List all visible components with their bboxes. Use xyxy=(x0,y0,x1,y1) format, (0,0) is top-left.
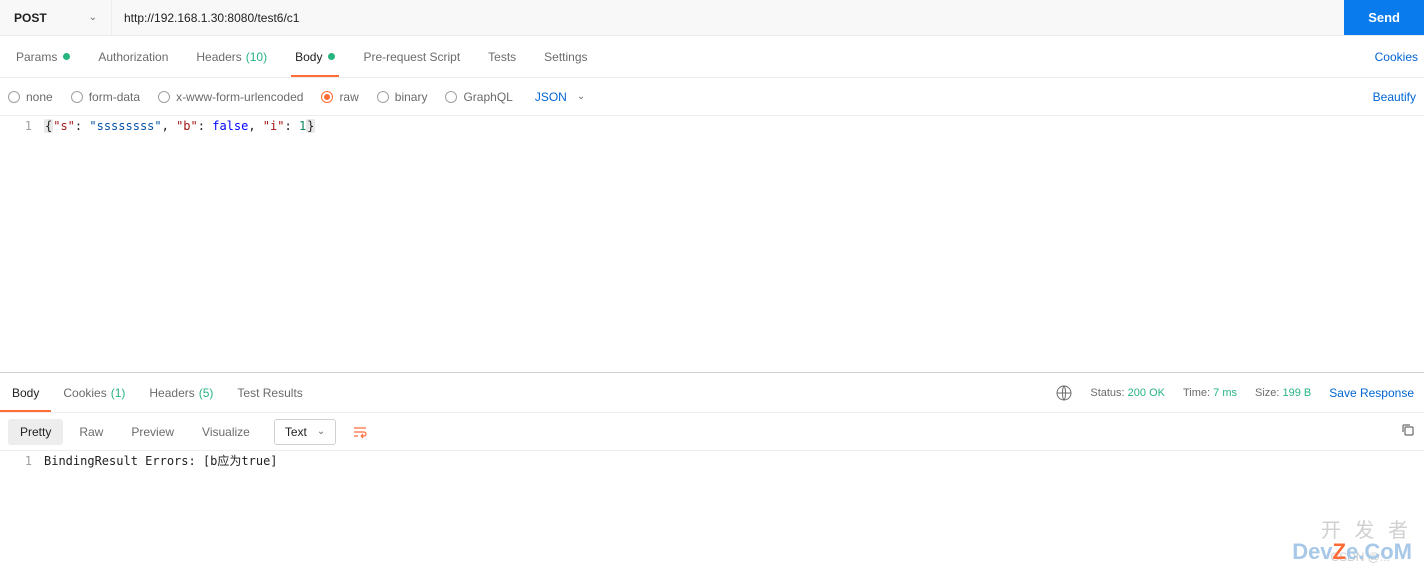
response-status: Status: 200 OK Time: 7 ms Size: 199 B Sa… xyxy=(1056,385,1424,401)
editor-line: 1 {"s": "ssssssss", "b": false, "i": 1} xyxy=(0,116,1424,136)
request-body-editor[interactable]: 1 {"s": "ssssssss", "b": false, "i": 1} xyxy=(0,116,1424,372)
tab-settings[interactable]: Settings xyxy=(530,36,601,77)
resp-tab-headers[interactable]: Headers(5) xyxy=(137,373,225,412)
cookies-link[interactable]: Cookies xyxy=(1375,50,1422,64)
dot-icon xyxy=(63,53,70,60)
send-button[interactable]: Send xyxy=(1344,0,1424,35)
view-visualize[interactable]: Visualize xyxy=(190,419,262,445)
radio-graphql[interactable]: GraphQL xyxy=(445,90,512,104)
request-tabs: Params Authorization Headers(10) Body Pr… xyxy=(0,36,1424,78)
url-input[interactable] xyxy=(112,0,1344,35)
chevron-down-icon: ⌄ xyxy=(317,426,325,437)
tab-params[interactable]: Params xyxy=(2,36,84,77)
line-number: 1 xyxy=(0,116,44,136)
radio-icon xyxy=(377,91,389,103)
line-content[interactable]: {"s": "ssssssss", "b": false, "i": 1} xyxy=(44,116,315,136)
line-number: 1 xyxy=(0,451,44,471)
response-tabs: Body Cookies(1) Headers(5) Test Results … xyxy=(0,373,1424,413)
globe-icon[interactable] xyxy=(1056,385,1072,401)
wrap-lines-button[interactable] xyxy=(346,418,374,446)
view-preview[interactable]: Preview xyxy=(119,419,186,445)
radio-urlencoded[interactable]: x-www-form-urlencoded xyxy=(158,90,303,104)
body-type-bar: none form-data x-www-form-urlencoded raw… xyxy=(0,78,1424,116)
method-select[interactable]: POST ⌄ xyxy=(0,0,112,35)
beautify-link[interactable]: Beautify xyxy=(1373,90,1416,104)
radio-icon xyxy=(158,91,170,103)
editor-line: 1 BindingResult Errors: [b应为true] xyxy=(0,451,1424,471)
request-bar: POST ⌄ Send xyxy=(0,0,1424,36)
response-section: Body Cookies(1) Headers(5) Test Results … xyxy=(0,372,1424,471)
response-view-bar: Pretty Raw Preview Visualize Text⌄ xyxy=(0,413,1424,451)
view-raw[interactable]: Raw xyxy=(67,419,115,445)
radio-form-data[interactable]: form-data xyxy=(71,90,140,104)
radio-raw[interactable]: raw xyxy=(321,90,358,104)
line-content: BindingResult Errors: [b应为true] xyxy=(44,451,278,471)
radio-icon xyxy=(445,91,457,103)
resp-tab-cookies[interactable]: Cookies(1) xyxy=(51,373,137,412)
radio-binary[interactable]: binary xyxy=(377,90,428,104)
save-response-link[interactable]: Save Response xyxy=(1329,386,1414,400)
tab-body[interactable]: Body xyxy=(281,36,349,77)
csdn-watermark: CSDN @... xyxy=(1330,550,1390,564)
dot-icon xyxy=(328,53,335,60)
chevron-down-icon: ⌄ xyxy=(577,91,585,102)
radio-icon xyxy=(71,91,83,103)
resp-tab-tests[interactable]: Test Results xyxy=(225,373,314,412)
radio-icon xyxy=(8,91,20,103)
tab-headers[interactable]: Headers(10) xyxy=(182,36,281,77)
radio-none[interactable]: none xyxy=(8,90,53,104)
copy-icon[interactable] xyxy=(1400,422,1416,441)
tab-authorization[interactable]: Authorization xyxy=(84,36,182,77)
response-body-viewer[interactable]: 1 BindingResult Errors: [b应为true] xyxy=(0,451,1424,471)
response-type-select[interactable]: Text⌄ xyxy=(274,419,336,445)
raw-type-select[interactable]: JSON⌄ xyxy=(535,90,585,104)
tab-prerequest[interactable]: Pre-request Script xyxy=(349,36,474,77)
radio-icon xyxy=(321,91,333,103)
resp-tab-body[interactable]: Body xyxy=(0,373,51,412)
chevron-down-icon: ⌄ xyxy=(89,12,97,23)
tab-tests[interactable]: Tests xyxy=(474,36,530,77)
view-pretty[interactable]: Pretty xyxy=(8,419,63,445)
method-value: POST xyxy=(14,11,47,25)
